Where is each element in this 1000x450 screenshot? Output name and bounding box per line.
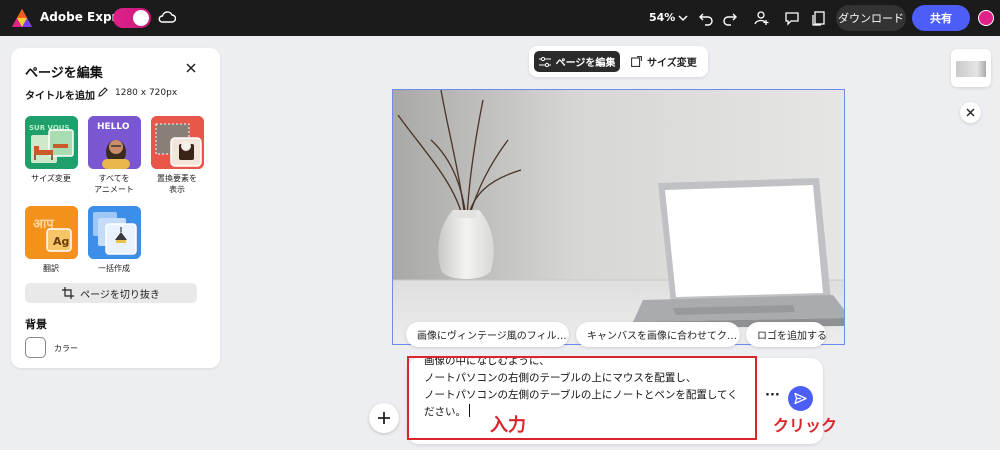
undo-icon[interactable] — [697, 9, 715, 27]
prompt-input[interactable]: 画像の中になじむように、 ノートパソコンの右側のテーブルの上にマウスを配置し、 … — [407, 356, 757, 440]
sliders-icon — [538, 56, 551, 67]
top-bar: Adobe Express 54% ダウンロード 共有 — [0, 0, 1000, 36]
bulk-create-tile-art-icon — [88, 206, 141, 259]
translate-tile-art-icon: आप Ag — [25, 206, 78, 259]
resize-tile-label: サイズ変更 — [31, 174, 71, 183]
page-thumbnail-preview — [956, 61, 986, 77]
prompt-line: ノートパソコンの右側のテーブルの上にマウスを配置し、 — [424, 372, 697, 384]
suggestion-chip-label: 画像にヴィンテージ風のフィル… — [417, 331, 567, 342]
add-button[interactable] — [369, 403, 399, 433]
adobe-express-logo-icon[interactable] — [12, 9, 32, 27]
bulk-create-tile[interactable] — [88, 206, 141, 259]
svg-text:Ag: Ag — [53, 235, 69, 248]
prompt-line: 画像の中になじむように、 — [424, 356, 550, 367]
close-icon[interactable] — [184, 61, 198, 75]
music-note-icon — [133, 10, 149, 26]
send-button[interactable] — [788, 386, 813, 411]
design-canvas[interactable] — [392, 89, 845, 345]
download-button[interactable]: ダウンロード — [836, 5, 906, 31]
tab-edit-page-label: ページを編集 — [555, 58, 616, 69]
comment-icon[interactable] — [783, 9, 801, 27]
collaborators-icon[interactable] — [753, 9, 771, 27]
pencil-icon[interactable] — [97, 86, 109, 98]
share-button[interactable]: 共有 — [912, 5, 970, 31]
panel-title: ページを編集 — [25, 66, 103, 81]
resize-tile-art-icon: SUR VOUS — [25, 116, 78, 169]
bulk-create-tile-label: 一括作成 — [98, 264, 130, 273]
send-icon — [794, 392, 807, 405]
translate-tile-label: 翻訳 — [43, 264, 59, 273]
close-pages-button[interactable] — [960, 102, 981, 123]
text-caret — [469, 404, 470, 417]
animate-all-tile[interactable]: HELLO — [88, 116, 141, 169]
background-color-swatch[interactable] — [25, 337, 46, 358]
show-replaceable-tile[interactable] — [151, 116, 204, 169]
annotation-click-label: クリック — [773, 416, 838, 435]
background-section-title: 背景 — [25, 318, 47, 331]
chevron-down-icon[interactable] — [674, 9, 692, 27]
pages-icon[interactable] — [810, 9, 828, 27]
crop-page-button[interactable]: ページを切り抜き — [25, 283, 197, 303]
animate-tile-art-icon: HELLO — [88, 116, 141, 169]
resize-tile[interactable]: SUR VOUS — [25, 116, 78, 169]
show-replaceable-tile-label: 置換要素を 表示 — [157, 174, 197, 194]
avatar[interactable] — [978, 10, 994, 26]
tab-resize-label: サイズ変更 — [647, 58, 697, 69]
redo-icon[interactable] — [721, 9, 739, 27]
suggestion-chip-label: ロゴを追加する — [757, 331, 826, 342]
laptop-photo — [393, 90, 844, 344]
canvas-toolbar: ページを編集 サイズ変更 — [529, 46, 708, 77]
cloud-icon[interactable] — [158, 10, 176, 24]
crop-page-label: ページを切り抜き — [80, 289, 160, 301]
page-size-text: 1280 x 720px — [115, 88, 178, 98]
zoom-level[interactable]: 54% — [649, 11, 675, 24]
page-thumbnail[interactable] — [951, 49, 991, 87]
prompt-text: 画像の中になじむように、 ノートパソコンの右側のテーブルの上にマウスを配置し、 … — [424, 356, 738, 421]
replace-tile-art-icon — [151, 116, 204, 169]
color-label: カラー — [54, 344, 78, 353]
suggestion-chip-label: キャンバスを画像に合わせてク… — [587, 331, 737, 342]
svg-text:HELLO: HELLO — [97, 122, 130, 132]
tab-resize[interactable]: サイズ変更 — [631, 51, 703, 72]
animate-all-tile-label: すべてを アニメート — [94, 174, 134, 194]
suggestion-chip[interactable]: 画像にヴィンテージ風のフィル… — [406, 322, 569, 347]
crop-icon — [62, 287, 75, 299]
translate-tile[interactable]: आप Ag — [25, 206, 78, 259]
tab-edit-page[interactable]: ページを編集 — [534, 51, 620, 72]
close-icon — [966, 108, 975, 117]
annotation-input-label: 入力 — [490, 415, 526, 436]
add-title-label[interactable]: タイトルを追加 — [25, 87, 95, 102]
prompt-line: ノートパソコンの左側のテーブルの上にノートとペンを配置してく — [424, 389, 738, 401]
plus-icon — [378, 412, 390, 424]
edit-page-panel: ページを編集 タイトルを追加 1280 x 720px SUR VOUS サイズ… — [11, 48, 220, 368]
suggestion-chip[interactable]: ロゴを追加する — [746, 322, 826, 347]
resize-icon — [631, 56, 642, 67]
prompt-line: ださい。 — [424, 406, 466, 418]
more-options-icon[interactable]: ··· — [765, 388, 780, 403]
premium-toggle[interactable] — [113, 8, 151, 28]
suggestion-chip[interactable]: キャンバスを画像に合わせてク… — [576, 322, 740, 347]
